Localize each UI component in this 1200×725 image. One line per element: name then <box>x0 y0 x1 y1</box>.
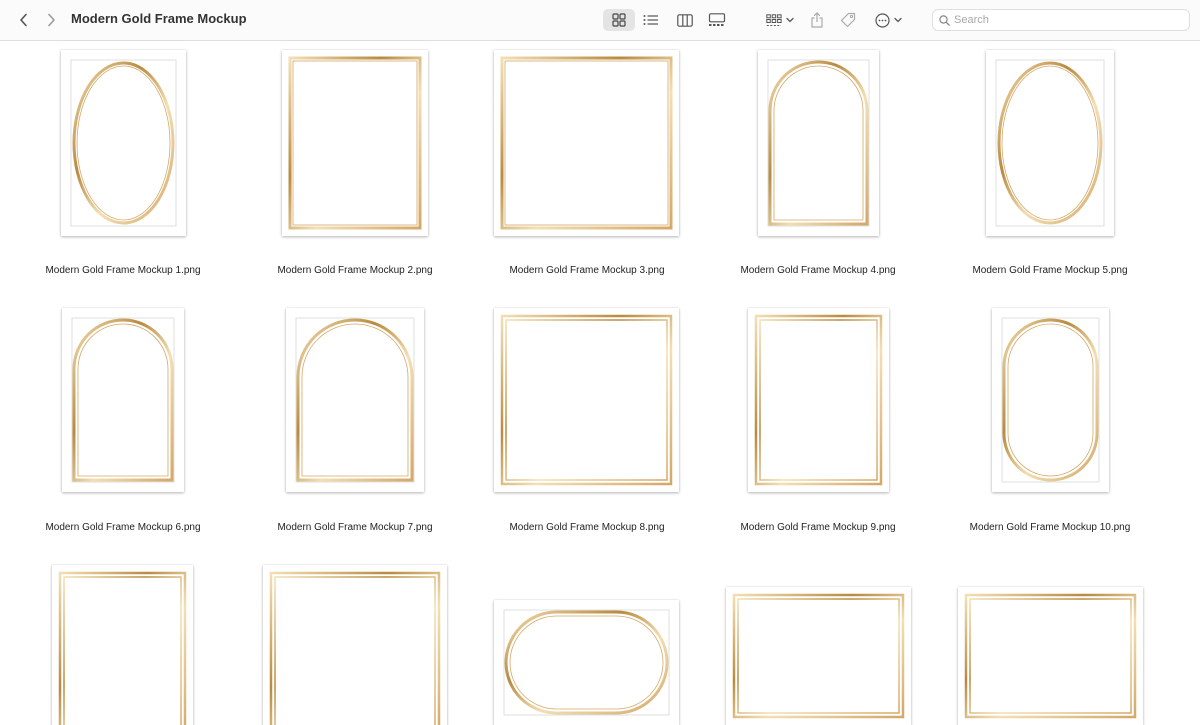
share-icon <box>811 12 823 28</box>
list-view-icon <box>643 15 658 25</box>
gold-frame-preview <box>71 317 175 483</box>
chevron-right-icon <box>48 13 55 27</box>
gold-frame-preview <box>1001 317 1100 483</box>
column-view-button[interactable] <box>671 9 699 31</box>
file-name-label[interactable]: Modern Gold Frame Mockup 6.png <box>8 522 238 533</box>
icon-view-icon <box>612 13 626 27</box>
file-name-label[interactable]: Modern Gold Frame Mockup 5.png <box>935 265 1165 276</box>
file-name-label[interactable]: Modern Gold Frame Mockup 1.png <box>8 265 238 276</box>
search-icon <box>939 15 950 26</box>
file-name-label[interactable]: Modern Gold Frame Mockup 3.png <box>472 265 702 276</box>
gallery-view-button[interactable] <box>703 9 731 31</box>
column-view-icon <box>677 13 693 27</box>
file-thumbnail[interactable] <box>748 308 889 492</box>
chevron-left-icon <box>20 13 27 27</box>
file-thumbnail[interactable] <box>494 600 679 725</box>
gallery-view-icon <box>708 13 726 26</box>
file-name-label[interactable]: Modern Gold Frame Mockup 10.png <box>935 522 1165 533</box>
gold-frame-preview <box>288 56 422 230</box>
file-thumbnail[interactable] <box>758 50 879 236</box>
file-thumbnail[interactable] <box>282 50 428 236</box>
search-input[interactable] <box>954 12 1184 28</box>
tag-button[interactable] <box>837 9 859 31</box>
file-thumbnail[interactable] <box>958 587 1143 725</box>
gold-frame-preview <box>58 571 187 725</box>
gold-frame-preview <box>732 593 905 719</box>
gold-frame-preview <box>503 609 670 716</box>
gold-frame-preview <box>767 59 870 227</box>
file-thumbnail[interactable] <box>52 565 193 725</box>
search-field[interactable] <box>932 9 1190 31</box>
file-thumbnail[interactable] <box>62 308 184 492</box>
gold-frame-preview <box>500 314 673 486</box>
more-actions-button[interactable] <box>870 9 906 31</box>
back-button[interactable] <box>14 10 34 30</box>
icon-view-button[interactable] <box>603 9 635 31</box>
file-thumbnail[interactable] <box>986 50 1114 236</box>
file-name-label[interactable]: Modern Gold Frame Mockup 4.png <box>703 265 933 276</box>
tag-icon <box>840 12 856 28</box>
group-by-icon <box>766 13 782 26</box>
file-thumbnail[interactable] <box>494 50 679 236</box>
file-thumbnail[interactable] <box>726 587 911 725</box>
list-view-button[interactable] <box>637 9 665 31</box>
gold-frame-preview <box>500 56 673 230</box>
more-actions-icon <box>874 12 890 28</box>
gold-frame-preview <box>70 59 177 227</box>
file-thumbnail[interactable] <box>494 308 679 492</box>
gold-frame-preview <box>295 317 415 483</box>
file-thumbnail[interactable] <box>992 308 1109 492</box>
group-by-button[interactable] <box>762 9 798 31</box>
file-name-label[interactable]: Modern Gold Frame Mockup 8.png <box>472 522 702 533</box>
file-thumbnail[interactable] <box>263 565 447 725</box>
gold-frame-preview <box>754 314 883 486</box>
window-title: Modern Gold Frame Mockup <box>71 11 247 26</box>
finder-toolbar: Modern Gold Frame Mockup <box>0 0 1200 41</box>
file-name-label[interactable]: Modern Gold Frame Mockup 7.png <box>240 522 470 533</box>
chevron-down-icon <box>786 17 794 23</box>
chevron-down-icon <box>893 17 902 23</box>
file-grid: Modern Gold Frame Mockup 1.png Modern Gol… <box>0 41 1200 725</box>
share-button[interactable] <box>806 9 828 31</box>
file-thumbnail[interactable] <box>61 50 186 236</box>
gold-frame-preview <box>964 593 1137 719</box>
file-name-label[interactable]: Modern Gold Frame Mockup 9.png <box>703 522 933 533</box>
file-thumbnail[interactable] <box>286 308 424 492</box>
file-name-label[interactable]: Modern Gold Frame Mockup 2.png <box>240 265 470 276</box>
gold-frame-preview <box>995 59 1105 227</box>
forward-button[interactable] <box>41 10 61 30</box>
gold-frame-preview <box>269 571 441 725</box>
